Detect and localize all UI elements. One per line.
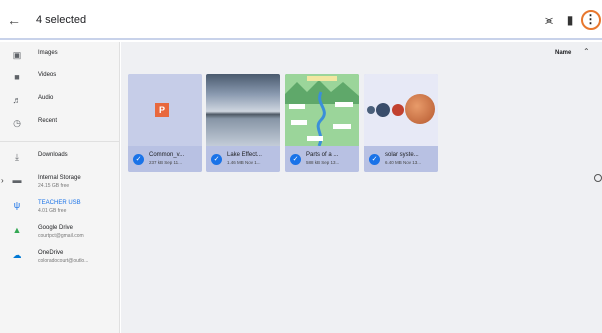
trash-icon[interactable]: ▮ xyxy=(562,12,578,28)
sidebar-item-internal-storage[interactable]: ▬ Internal Storage 24.15 GB free xyxy=(0,170,120,190)
file-tile[interactable]: ✓ Lake Effect... 1.46 MB Nov 1... xyxy=(206,74,280,172)
planet-image xyxy=(392,104,404,116)
sidebar-item-google-drive[interactable]: ▲ Google Drive courtpct@gmail.com xyxy=(0,220,120,240)
file-meta: 6.40 MB Nov 13... xyxy=(385,160,422,165)
sort-bar: Name ⌃ xyxy=(121,42,602,64)
sidebar-item-onedrive[interactable]: ☁ OneDrive coloradocourt@outlo... xyxy=(0,245,120,265)
sidebar-item-label: Videos xyxy=(38,72,57,78)
file-thumbnail xyxy=(364,74,438,146)
video-icon: ■ xyxy=(14,72,20,82)
planet-image xyxy=(367,106,375,114)
onedrive-icon: ☁ xyxy=(12,250,22,260)
sidebar: ▣ Images ■ Videos ♬ Audio ◷ Recent ⤓ Dow… xyxy=(0,42,120,333)
more-vert-icon: ⋮ xyxy=(584,12,597,26)
check-icon[interactable]: ✓ xyxy=(133,154,144,165)
image-icon: ▣ xyxy=(12,50,22,60)
collapse-handle-icon[interactable]: › xyxy=(1,176,4,185)
sidebar-item-sublabel: 24.15 GB free xyxy=(38,183,70,189)
google-drive-icon: ▲ xyxy=(12,225,22,235)
planet-image xyxy=(376,103,390,117)
sidebar-item-sublabel: 4.01 GB free xyxy=(38,208,67,214)
clock-icon: ◷ xyxy=(13,118,21,128)
share-icon[interactable]: ⪤ xyxy=(541,12,557,28)
file-meta: 1.46 MB Nov 1... xyxy=(227,160,261,165)
storage-icon: ▬ xyxy=(12,175,22,185)
file-grid-area: Name ⌃ P ✓ Common_v... 237 kB Sep 11... … xyxy=(121,42,602,333)
powerpoint-icon: P xyxy=(155,103,169,117)
file-tile[interactable]: ✓ Parts of a ... 588 kB Sep 13... xyxy=(285,74,359,172)
file-meta: 588 kB Sep 13... xyxy=(306,160,340,165)
arrow-left-icon[interactable]: ← xyxy=(6,12,22,28)
sidebar-item-label: Recent xyxy=(38,118,58,124)
file-info: ✓ Common_v... 237 kB Sep 11... xyxy=(128,146,202,172)
sidebar-item-downloads[interactable]: ⤓ Downloads xyxy=(0,147,120,167)
download-icon: ⤓ xyxy=(15,152,19,162)
file-info: ✓ solar syste... 6.40 MB Nov 13... xyxy=(364,146,438,172)
sidebar-item-label: TEACHER USB xyxy=(38,200,81,206)
file-thumbnail: P xyxy=(128,74,202,146)
sidebar-item-label: Internal Storage xyxy=(38,175,81,181)
app-toolbar: ← 4 selected ⪤ ▮ ⋮ xyxy=(0,0,602,40)
audio-icon: ♬ xyxy=(12,95,22,105)
sidebar-item-videos[interactable]: ■ Videos xyxy=(0,67,120,87)
sidebar-item-sublabel: courtpct@gmail.com xyxy=(38,233,84,239)
sidebar-item-label: Google Drive xyxy=(38,225,74,231)
file-thumbnail xyxy=(285,74,359,147)
sidebar-item-audio[interactable]: ♬ Audio xyxy=(0,90,120,110)
sidebar-item-label: OneDrive xyxy=(38,250,64,256)
usb-icon: ψ xyxy=(13,200,21,210)
expand-handle-icon[interactable] xyxy=(594,174,602,182)
check-icon[interactable]: ✓ xyxy=(211,154,222,165)
file-name: solar syste... xyxy=(385,152,419,158)
file-meta: 237 kB Sep 11... xyxy=(149,160,182,165)
file-info: ✓ Parts of a ... 588 kB Sep 13... xyxy=(285,146,359,172)
file-tile[interactable]: P ✓ Common_v... 237 kB Sep 11... xyxy=(128,74,202,172)
sidebar-item-recent[interactable]: ◷ Recent xyxy=(0,113,120,133)
check-icon[interactable]: ✓ xyxy=(369,154,380,165)
file-name: Lake Effect... xyxy=(227,152,262,158)
file-name: Common_v... xyxy=(149,152,185,158)
sidebar-divider xyxy=(0,141,120,142)
chevron-up-icon[interactable]: ⌃ xyxy=(583,47,590,56)
sidebar-item-label: Audio xyxy=(38,95,54,101)
file-tile[interactable]: ✓ solar syste... 6.40 MB Nov 13... xyxy=(364,74,438,172)
sort-by-name-button[interactable]: Name xyxy=(555,50,571,56)
sidebar-item-sublabel: coloradocourt@outlo... xyxy=(38,258,89,264)
file-thumbnail xyxy=(206,74,280,146)
more-options-button[interactable]: ⋮ xyxy=(581,10,601,30)
river-diagram-image xyxy=(285,74,359,147)
selection-title: 4 selected xyxy=(36,14,87,26)
check-icon[interactable]: ✓ xyxy=(290,154,301,165)
sidebar-item-label: Downloads xyxy=(38,152,68,158)
sidebar-item-images[interactable]: ▣ Images xyxy=(0,45,120,65)
sidebar-item-teacher-usb[interactable]: ψ TEACHER USB 4.01 GB free xyxy=(0,195,120,215)
sidebar-item-label: Images xyxy=(38,50,58,56)
planet-image xyxy=(405,94,435,124)
file-info: ✓ Lake Effect... 1.46 MB Nov 1... xyxy=(206,146,280,172)
file-name: Parts of a ... xyxy=(306,152,339,158)
